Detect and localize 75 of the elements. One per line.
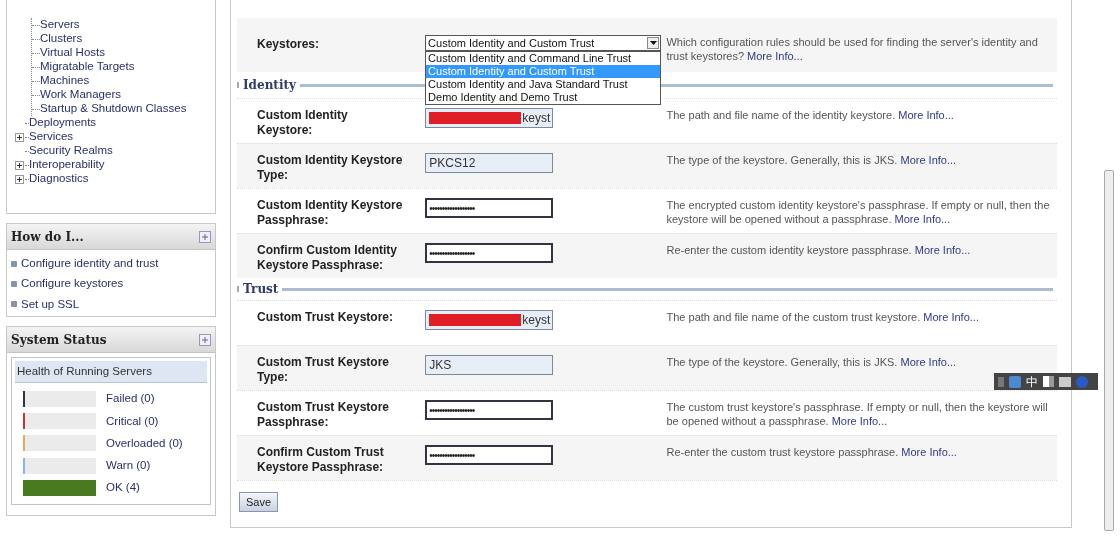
field-description: The encrypted custom identity keystore's passphrase. If empty or null, then the keystore will be opened without a passphrase. More Info...: [666, 198, 1051, 226]
field-label: Confirm Custom Identity Keystore Passphrase:: [256, 243, 398, 273]
expand-panel-icon[interactable]: [199, 230, 211, 243]
help-icon[interactable]: [1076, 375, 1088, 388]
panel-title: How do I...: [11, 228, 84, 246]
expand-icon[interactable]: [15, 174, 24, 184]
input-field[interactable]: keyst: [425, 310, 554, 330]
field-label: Keystores:: [256, 36, 321, 53]
password-field[interactable]: ••••••••••••••••••: [425, 243, 554, 263]
more-info-link[interactable]: More Info...: [900, 154, 957, 166]
bullet-icon: [11, 280, 17, 287]
field-description: The type of the keystore. Generally, this is JKS. More Info...: [666, 355, 958, 369]
grip-icon[interactable]: [998, 376, 1004, 387]
health-label: Critical (0): [106, 413, 159, 429]
field-label: Custom Trust Keystore Type:: [256, 355, 391, 385]
password-field[interactable]: ••••••••••••••••••: [425, 445, 554, 465]
more-info-link[interactable]: More Info...: [898, 109, 954, 121]
field-value: keyst: [522, 312, 551, 329]
input-mode-label[interactable]: 中: [1026, 375, 1038, 388]
field-value: JKS: [429, 357, 452, 374]
field-value: keyst: [522, 110, 551, 127]
expand-panel-icon[interactable]: [199, 333, 211, 346]
field-description: The path and file name of the identity keystore. More Info...: [666, 108, 955, 122]
input-field[interactable]: JKS: [425, 355, 554, 375]
field-value: ••••••••••••••••••: [429, 201, 475, 216]
bullet-icon: [11, 301, 17, 308]
section-title: Identity: [243, 77, 296, 94]
field-label: Custom Identity Keystore Passphrase:: [256, 198, 404, 228]
dropdown-option[interactable]: Custom Identity and Command Line Trust: [426, 52, 661, 65]
field-label: Custom Trust Keystore:: [256, 310, 395, 325]
input-field[interactable]: PKCS12: [425, 153, 554, 173]
field-value: ••••••••••••••••••: [429, 448, 475, 463]
health-label: Overloaded (0): [106, 435, 183, 451]
keyboard-icon[interactable]: [1059, 376, 1071, 387]
field-description: The type of the keystore. Generally, this is JKS. More Info...: [666, 153, 958, 167]
more-info-link[interactable]: More Info...: [900, 356, 957, 368]
help-link[interactable]: Configure keystores: [21, 275, 124, 293]
health-label: Warn (0): [106, 458, 151, 473]
more-info-link[interactable]: More Info...: [901, 446, 957, 458]
more-info-link[interactable]: More Info...: [894, 213, 951, 225]
input-field[interactable]: keyst: [425, 108, 554, 128]
field-value: ••••••••••••••••••: [429, 246, 475, 261]
field-value: ••••••••••••••••••: [429, 403, 475, 418]
more-info-link[interactable]: More Info...: [831, 415, 888, 427]
health-label: OK (4): [106, 480, 140, 496]
dropdown-option[interactable]: Custom Identity and Java Standard Trust: [426, 78, 661, 91]
save-button[interactable]: Save: [239, 492, 279, 513]
expand-icon[interactable]: [15, 132, 24, 142]
expand-icon[interactable]: [15, 160, 24, 170]
password-field[interactable]: ••••••••••••••••••: [425, 198, 554, 218]
switch-icon[interactable]: [1009, 375, 1021, 388]
more-info-link[interactable]: More Info...: [914, 244, 971, 256]
half-width-icon[interactable]: [1043, 376, 1054, 387]
field-value: PKCS12: [429, 155, 476, 172]
more-info-link[interactable]: More Info...: [747, 50, 803, 62]
help-link[interactable]: Configure identity and trust: [21, 255, 159, 273]
health-heading: Health of Running Servers: [15, 361, 207, 384]
health-label: Failed (0): [106, 391, 155, 407]
dropdown-option[interactable]: Demo Identity and Demo Trust: [426, 91, 661, 104]
field-label: Custom Identity Keystore:: [256, 108, 349, 138]
field-label: Custom Trust Keystore Passphrase:: [256, 400, 391, 430]
field-label: Custom Identity Keystore Type:: [256, 153, 404, 183]
more-info-link[interactable]: More Info...: [923, 311, 979, 323]
section-title: Trust: [243, 281, 279, 298]
help-link[interactable]: Set up SSL: [21, 295, 80, 313]
field-description: The custom trust keystore's passphrase. If empty or null, then the keystore will be opened without a passphrase. More Info...: [666, 400, 1049, 428]
field-description: Which configuration rules should be used for finding the server's identity and trust keystores? More Info...: [666, 35, 1039, 63]
field-description: Re-enter the custom trust keystore passphrase. More Info...: [666, 445, 958, 459]
bullet-icon: [11, 260, 17, 267]
field-label: Confirm Custom Trust Keystore Passphrase:: [256, 445, 385, 475]
keystores-dropdown[interactable]: Custom Identity and Custom Trust: [425, 35, 662, 51]
field-description: The path and file name of the custom trust keystore. More Info...: [666, 310, 980, 324]
password-field[interactable]: ••••••••••••••••••: [425, 400, 554, 420]
panel-title: System Status: [11, 331, 107, 349]
field-description: Re-enter the custom identity keystore passphrase. More Info...: [666, 243, 972, 257]
